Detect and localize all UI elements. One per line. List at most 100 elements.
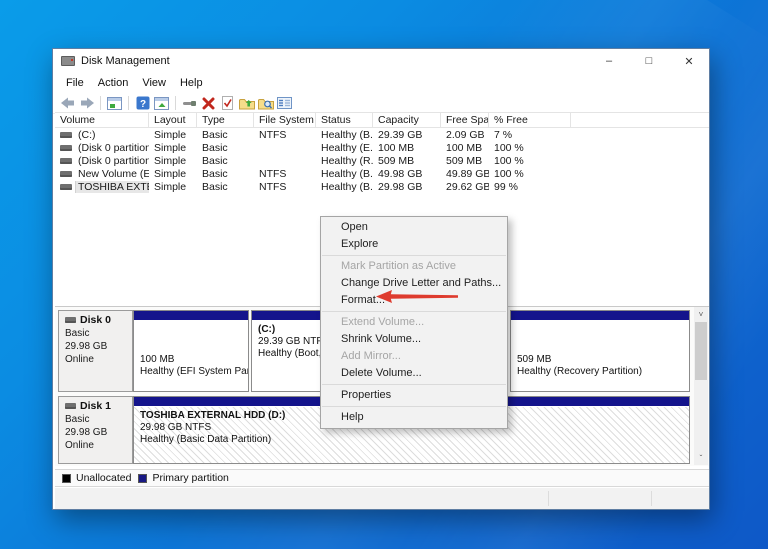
cell-pct: 99 % — [494, 180, 518, 193]
cell-fs: NTFS — [259, 128, 287, 141]
menu-item-properties[interactable]: Properties — [321, 387, 507, 404]
primary-partition-swatch — [138, 473, 148, 483]
menu-action[interactable]: Action — [91, 75, 136, 91]
console-window-icon[interactable] — [106, 95, 123, 111]
details-view-icon[interactable] — [276, 95, 293, 111]
partition-header-bar — [134, 311, 248, 321]
volume-icon — [60, 183, 72, 190]
legend-bar: Unallocated Primary partition — [55, 469, 709, 487]
partition-status: Healthy (Recovery Partition) — [517, 366, 643, 377]
disk-kind: Basic — [65, 328, 90, 339]
action-pane-icon[interactable] — [153, 95, 170, 111]
cell-status: Healthy (B... — [321, 128, 373, 141]
legend-label: Unallocated — [76, 472, 132, 484]
col-free-space[interactable]: Free Spa... — [441, 113, 489, 127]
partition-status: Healthy (EFI System Partit — [140, 366, 248, 377]
table-row[interactable]: TOSHIBA EXTERN... Simple Basic NTFS Heal… — [55, 180, 709, 193]
disk-size: 29.98 GB — [65, 341, 108, 352]
cell-capacity: 509 MB — [378, 154, 415, 167]
cell-layout: Simple — [154, 128, 187, 141]
cell-free: 509 MB — [446, 154, 483, 167]
menu-file[interactable]: File — [59, 75, 91, 91]
volume-name: (Disk 0 partition 1) — [78, 141, 149, 154]
disk0-partition-recovery[interactable]: 509 MB Healthy (Recovery Partition) — [510, 310, 690, 392]
table-row[interactable]: (Disk 0 partition 4) Simple Basic Health… — [55, 154, 709, 167]
col-volume[interactable]: Volume — [55, 113, 149, 127]
forward-icon[interactable] — [78, 95, 95, 111]
check-document-icon[interactable] — [219, 95, 236, 111]
disk0-label[interactable]: Disk 0 Basic 29.98 GB Online — [58, 310, 133, 392]
cell-free: 100 MB — [446, 141, 483, 154]
volume-list-header: Volume Layout Type File System Status Ca… — [55, 112, 709, 128]
cell-pct: 100 % — [494, 141, 524, 154]
col-type[interactable]: Type — [197, 113, 254, 127]
disk-icon — [65, 317, 76, 323]
menu-separator — [322, 406, 506, 407]
menu-item-open[interactable]: Open — [321, 219, 507, 236]
col-capacity[interactable]: Capacity — [373, 113, 441, 127]
vertical-scrollbar[interactable]: ˅ ˇ — [694, 307, 708, 465]
cell-status: Healthy (E... — [321, 141, 373, 154]
svg-text:?: ? — [139, 99, 145, 110]
back-icon[interactable] — [59, 95, 76, 111]
cell-fs: NTFS — [259, 180, 287, 193]
disk-icon — [65, 403, 76, 409]
menu-item-extend-volume: Extend Volume... — [341, 316, 425, 328]
cell-layout: Simple — [154, 167, 187, 180]
maximize-button[interactable]: □ — [629, 49, 669, 73]
menu-separator — [322, 311, 506, 312]
menu-help[interactable]: Help — [173, 75, 210, 91]
disk-name: Disk 1 — [80, 400, 111, 412]
cell-pct: 7 % — [494, 128, 513, 141]
menu-item-delete-volume[interactable]: Delete Volume... — [321, 365, 507, 382]
minimize-button[interactable]: – — [589, 49, 629, 73]
table-row[interactable]: (Disk 0 partition 1) Simple Basic Health… — [55, 141, 709, 154]
col-status[interactable]: Status — [316, 113, 373, 127]
volume-name: New Volume (E:) — [78, 167, 149, 180]
pointer-tool-icon[interactable] — [181, 95, 198, 111]
cell-capacity: 100 MB — [378, 141, 415, 154]
menu-item-explore[interactable]: Explore — [321, 236, 507, 253]
scroll-down-icon[interactable]: ˇ — [694, 451, 708, 465]
window-title: Disk Management — [81, 55, 170, 67]
table-row[interactable]: New Volume (E:) Simple Basic NTFS Health… — [55, 167, 709, 180]
cell-free: 2.09 GB — [446, 128, 485, 141]
cell-pct: 100 % — [494, 167, 524, 180]
table-row[interactable]: (C:) Simple Basic NTFS Healthy (B... 29.… — [55, 128, 709, 141]
partition-status: Healthy (Basic Data Partition) — [140, 434, 272, 445]
col-pct-free[interactable]: % Free — [489, 113, 571, 127]
partition-size: 509 MB — [517, 354, 552, 365]
cell-type: Basic — [202, 154, 228, 167]
disk-name: Disk 0 — [80, 314, 111, 326]
folder-search-icon[interactable] — [257, 95, 274, 111]
volume-icon — [60, 157, 72, 164]
delete-icon[interactable] — [200, 95, 217, 111]
toolbar-separator — [128, 96, 129, 110]
folder-up-icon[interactable] — [238, 95, 255, 111]
legend-primary-partition: Primary partition — [138, 472, 229, 484]
cell-fs: NTFS — [259, 167, 287, 180]
menu-view[interactable]: View — [135, 75, 173, 91]
col-layout[interactable]: Layout — [149, 113, 197, 127]
volume-name-selected: TOSHIBA EXTERN... — [75, 180, 149, 193]
cell-free: 49.89 GB — [446, 167, 489, 180]
partition-size: 100 MB — [140, 354, 175, 365]
disk1-label[interactable]: Disk 1 Basic 29.98 GB Online — [58, 396, 133, 464]
statusbar-divider — [548, 491, 549, 506]
menu-item-mark-partition-active: Mark Partition as Active — [341, 260, 456, 272]
help-icon[interactable]: ? — [134, 95, 151, 111]
cell-type: Basic — [202, 141, 228, 154]
context-menu: Open Explore Mark Partition as Active Ch… — [320, 216, 508, 429]
disk0-partition-efi[interactable]: 100 MB Healthy (EFI System Partit — [133, 310, 249, 392]
menu-bar: File Action View Help — [53, 73, 709, 93]
status-bar — [55, 488, 709, 509]
menu-item-shrink-volume[interactable]: Shrink Volume... — [321, 331, 507, 348]
cell-type: Basic — [202, 128, 228, 141]
volume-name: (C:) — [78, 128, 96, 141]
scrollbar-thumb[interactable] — [695, 322, 707, 380]
menu-item-help[interactable]: Help — [321, 409, 507, 426]
col-file-system[interactable]: File System — [254, 113, 316, 127]
menu-item-add-mirror: Add Mirror... — [341, 350, 401, 362]
close-button[interactable]: ✕ — [669, 49, 709, 73]
scroll-up-icon[interactable]: ˅ — [694, 307, 708, 321]
